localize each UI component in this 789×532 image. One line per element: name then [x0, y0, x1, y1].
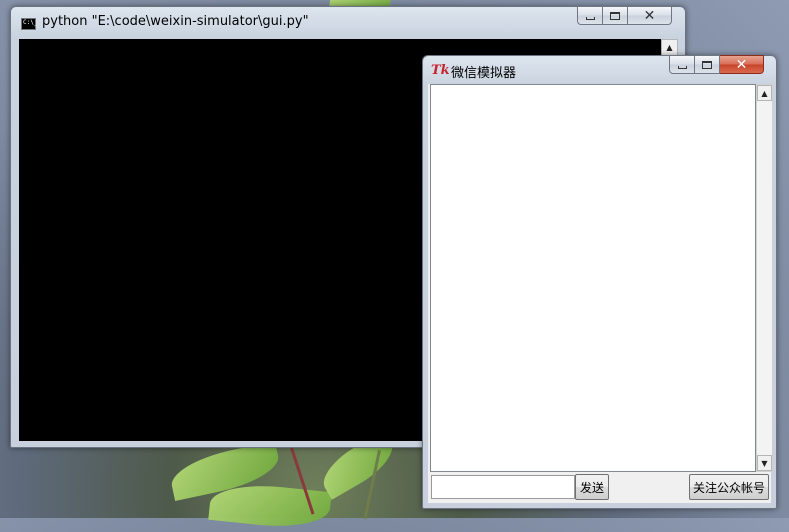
scroll-up-arrow-icon[interactable]: ▲: [661, 39, 678, 56]
send-button[interactable]: 发送: [575, 474, 609, 500]
tk-window-title: 微信模拟器: [451, 66, 517, 81]
tk-titlebar[interactable]: Tk 微信模拟器 ✕: [423, 55, 776, 86]
minimize-icon: [677, 66, 687, 69]
close-icon: ✕: [643, 7, 656, 24]
tk-logo-icon: Tk: [431, 63, 450, 78]
console-close-button[interactable]: ✕: [628, 6, 672, 25]
follow-public-account-button[interactable]: 关注公众帐号: [689, 474, 769, 500]
console-maximize-button[interactable]: [603, 6, 628, 25]
console-minimize-button[interactable]: [577, 6, 603, 25]
message-input[interactable]: [431, 475, 575, 499]
tk-maximize-button[interactable]: [695, 55, 720, 74]
chat-history-area[interactable]: [430, 84, 756, 472]
maximize-icon: [610, 11, 620, 20]
minimize-icon: [585, 17, 595, 20]
chat-scrollbar[interactable]: ▲ ▼: [756, 84, 773, 472]
maximize-icon: [702, 60, 712, 69]
tk-client-area: ▲ ▼ 发送 关注公众帐号: [428, 84, 773, 503]
tk-close-button[interactable]: ✕: [720, 55, 764, 74]
console-title: python "E:\code\weixin-simulator\gui.py": [42, 14, 309, 29]
weixin-simulator-window[interactable]: Tk 微信模拟器 ✕ ▲ ▼ 发送 关注公众帐号: [422, 55, 777, 509]
close-icon: ✕: [735, 56, 748, 73]
scroll-down-arrow-icon[interactable]: ▼: [757, 455, 772, 471]
console-titlebar[interactable]: C:\_ python "E:\code\weixin-simulator\gu…: [11, 6, 685, 37]
tk-minimize-button[interactable]: [669, 55, 695, 74]
command-prompt-icon: C:\_: [21, 18, 37, 30]
scroll-up-arrow-icon[interactable]: ▲: [757, 85, 772, 101]
